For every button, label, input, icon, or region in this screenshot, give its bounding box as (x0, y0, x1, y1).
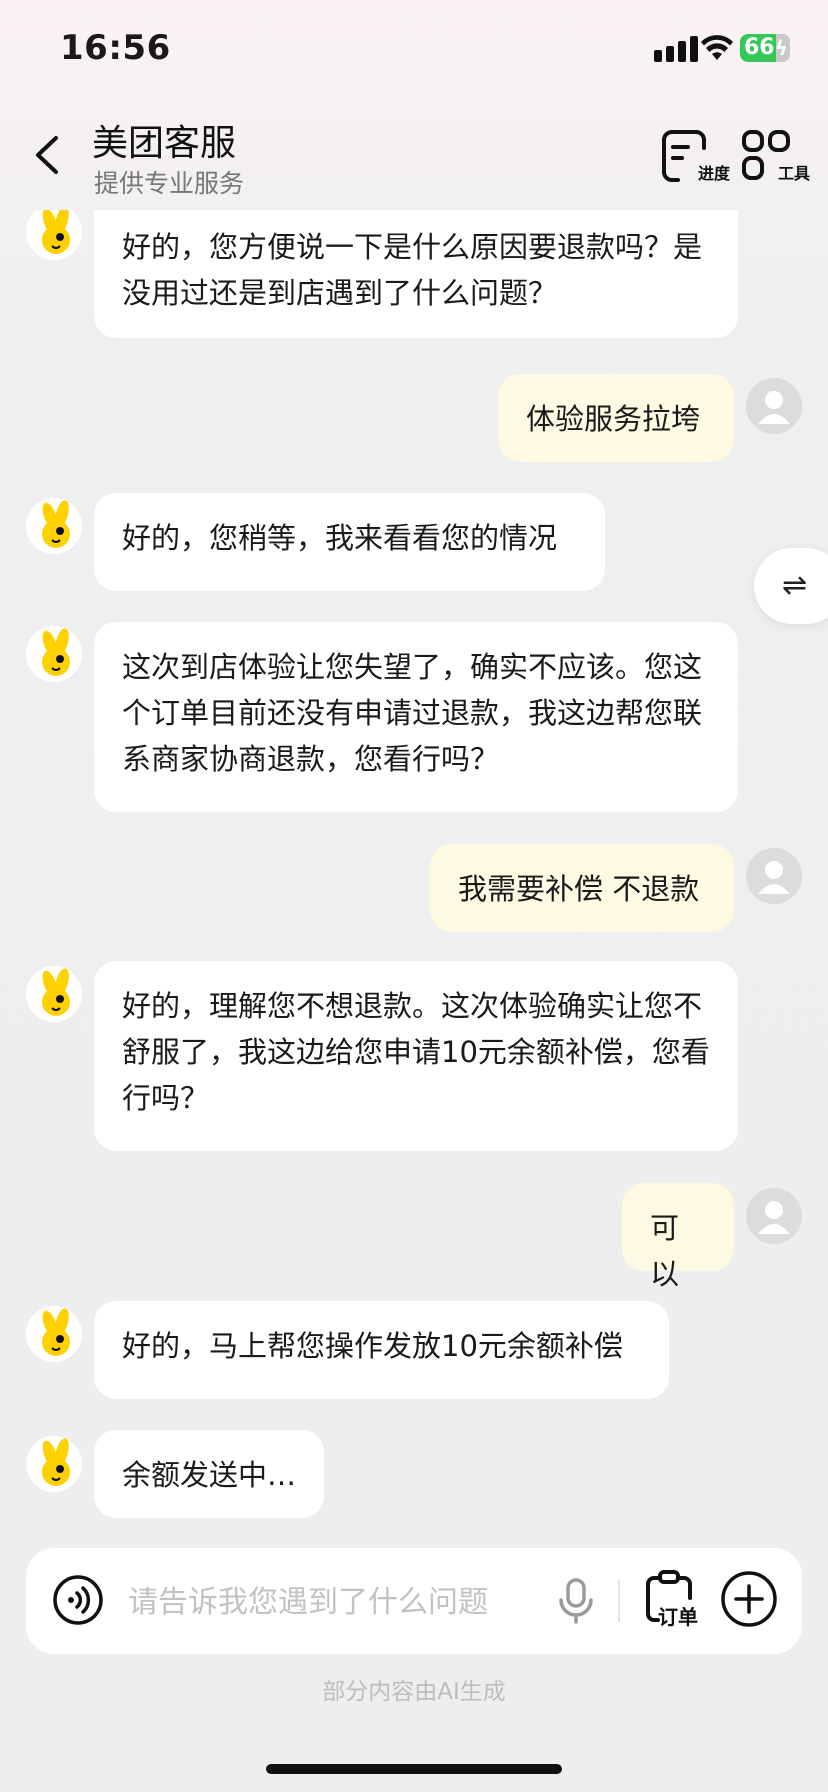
switch-view-button[interactable]: ⇌ (754, 548, 828, 624)
battery-level: 66 (744, 35, 775, 60)
bot-avatar (26, 1436, 82, 1492)
battery-indicator: 66 ϟ (740, 34, 790, 62)
user-message: 体验服务拉垮 (498, 374, 734, 462)
microphone-icon[interactable] (558, 1578, 594, 1624)
bot-message: 好的，您方便说一下是什么原因要退款吗？是没用过还是到店遇到了什么问题？ (94, 210, 738, 338)
bot-message: 余额发送中… (94, 1430, 324, 1518)
bot-avatar (26, 210, 82, 260)
chat-message-list[interactable]: 好的，您方便说一下是什么原因要退款吗？是没用过还是到店遇到了什么问题？ 体验服务… (0, 210, 828, 1540)
tools-button[interactable]: 工具 (740, 128, 810, 184)
progress-label: 进度 (697, 164, 730, 183)
order-label: 订单 (658, 1605, 698, 1629)
bot-message: 好的，您稍等，我来看看您的情况 (94, 493, 605, 591)
bot-avatar (26, 498, 82, 554)
swap-arrows-icon: ⇌ (782, 568, 808, 603)
wifi-icon (701, 35, 733, 60)
charging-icon: ϟ (774, 36, 788, 60)
bot-message: 这次到店体验让您失望了，确实不应该。您这个订单目前还没有申请过退款，我这边帮您联… (94, 622, 738, 812)
order-button[interactable]: 订单 (644, 1568, 714, 1632)
message-input[interactable] (126, 1576, 550, 1628)
home-indicator[interactable] (266, 1764, 562, 1774)
bot-avatar (26, 966, 82, 1022)
status-bar: 16:56 66 ϟ (0, 0, 828, 100)
page-subtitle: 提供专业服务 (94, 169, 245, 198)
back-chevron-icon[interactable] (28, 130, 68, 180)
user-avatar (746, 378, 802, 434)
bot-message: 好的，马上帮您操作发放10元余额补偿 (94, 1301, 669, 1399)
bot-avatar (26, 626, 82, 682)
user-avatar (746, 848, 802, 904)
bot-message: 好的，理解您不想退款。这次体验确实让您不舒服了，我这边给您申请10元余额补偿，您… (94, 961, 738, 1151)
user-message: 我需要补偿 不退款 (430, 844, 734, 932)
cellular-signal-icon (654, 36, 698, 62)
user-message: 可以 (622, 1183, 734, 1291)
user-avatar (746, 1188, 802, 1244)
input-divider (618, 1580, 620, 1622)
tools-label: 工具 (777, 164, 810, 183)
chat-header: 美团客服 提供专业服务 进度 工具 (0, 100, 828, 210)
ai-generated-note: 部分内容由AI生成 (322, 1679, 506, 1705)
message-input-bar: 订单 (26, 1548, 802, 1654)
status-time: 16:56 (60, 28, 171, 68)
progress-button[interactable]: 进度 (660, 128, 730, 184)
voice-mode-icon[interactable] (52, 1574, 104, 1626)
page-title: 美团客服 (92, 123, 237, 164)
bot-avatar (26, 1306, 82, 1362)
add-plus-icon[interactable] (720, 1570, 778, 1628)
